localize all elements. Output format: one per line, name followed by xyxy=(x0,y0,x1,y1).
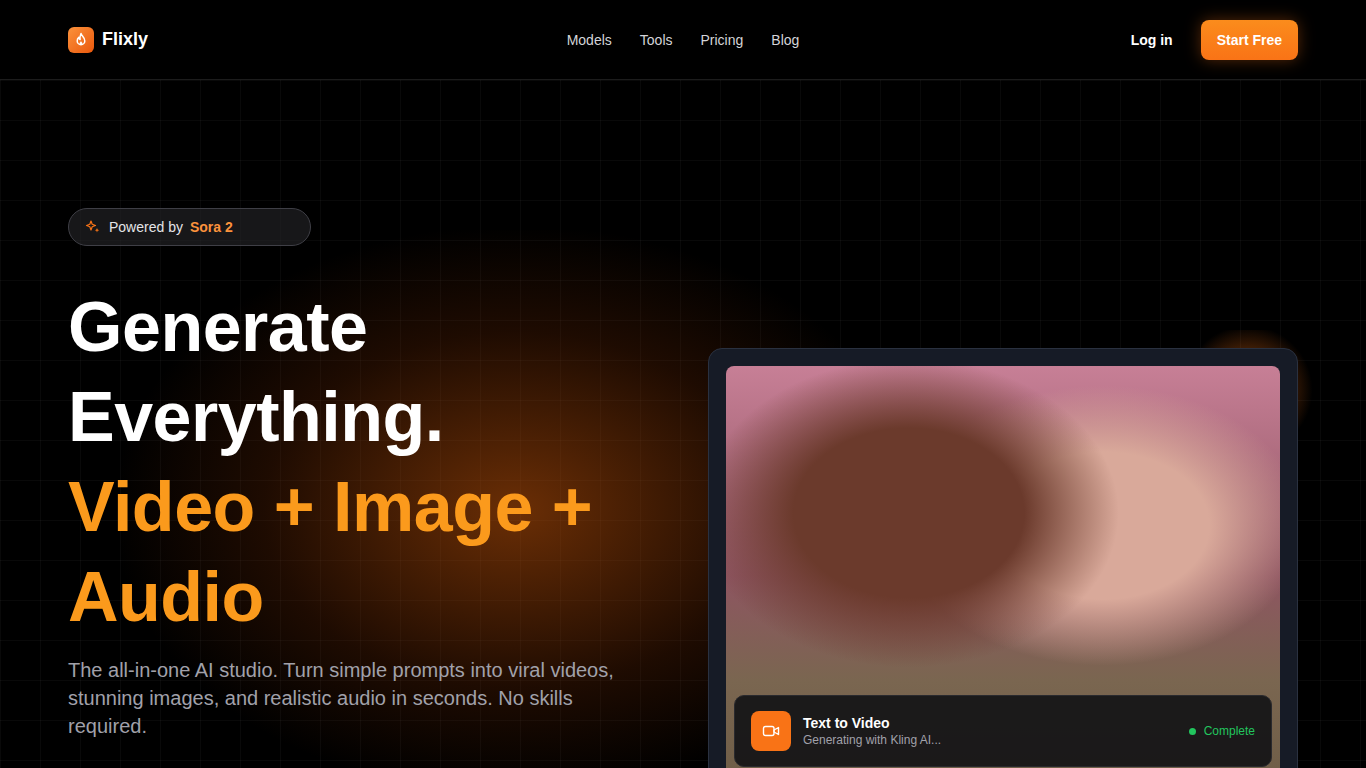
subtitle: The all-in-one AI studio. Turn simple pr… xyxy=(68,656,648,740)
powered-badge: Powered by Sora 2 xyxy=(68,208,311,246)
nav-link[interactable]: Models xyxy=(567,32,612,48)
start-free-button[interactable]: Start Free xyxy=(1201,20,1298,60)
status-label: Complete xyxy=(1189,724,1255,738)
auth-actions: Log in Start Free xyxy=(1131,20,1298,60)
badge-model: Sora 2 xyxy=(190,219,233,235)
nav-link[interactable]: Blog xyxy=(771,32,799,48)
sparkle-icon xyxy=(85,219,101,235)
top-bar: Flixly Models Tools Pricing Blog Log in Start … xyxy=(0,0,1366,80)
headline: GenerateEverything.Video + Image +Audio xyxy=(68,282,668,642)
video-camera-icon xyxy=(751,711,791,751)
headline-line: Everything. xyxy=(68,372,668,462)
status-dot xyxy=(1189,728,1196,735)
nav-link[interactable]: Pricing xyxy=(701,32,744,48)
landing-page: Flixly Models Tools Pricing Blog Log in Start … xyxy=(0,0,1366,768)
headline-line: Generate xyxy=(68,282,668,372)
brand-logo[interactable]: Flixly xyxy=(68,27,148,53)
headline-line: Audio xyxy=(68,552,668,642)
hero-copy: Powered by Sora 2 GenerateEverything.Video… xyxy=(68,80,668,768)
login-link[interactable]: Log in xyxy=(1131,32,1173,48)
brand-name: Flixly xyxy=(102,29,148,50)
hero: Powered by Sora 2 GenerateEverything.Video… xyxy=(0,80,1366,768)
task-title: Text to Video xyxy=(803,715,1177,731)
main-nav: Models Tools Pricing Blog xyxy=(567,32,800,48)
flame-icon xyxy=(68,27,94,53)
headline-line: Video + Image + xyxy=(68,462,668,552)
badge-prefix: Powered by xyxy=(109,219,183,235)
task-detail: Generating with Kling AI... xyxy=(803,733,1177,747)
preview-card: Text to Video Generating with Kling AI...… xyxy=(708,348,1298,768)
nav-link[interactable]: Tools xyxy=(640,32,673,48)
preview-panel: Text to Video Generating with Kling AI...… xyxy=(708,80,1298,768)
status-text: Text to Video Generating with Kling AI... xyxy=(803,715,1177,747)
status-card: Text to Video Generating with Kling AI...… xyxy=(734,695,1272,767)
